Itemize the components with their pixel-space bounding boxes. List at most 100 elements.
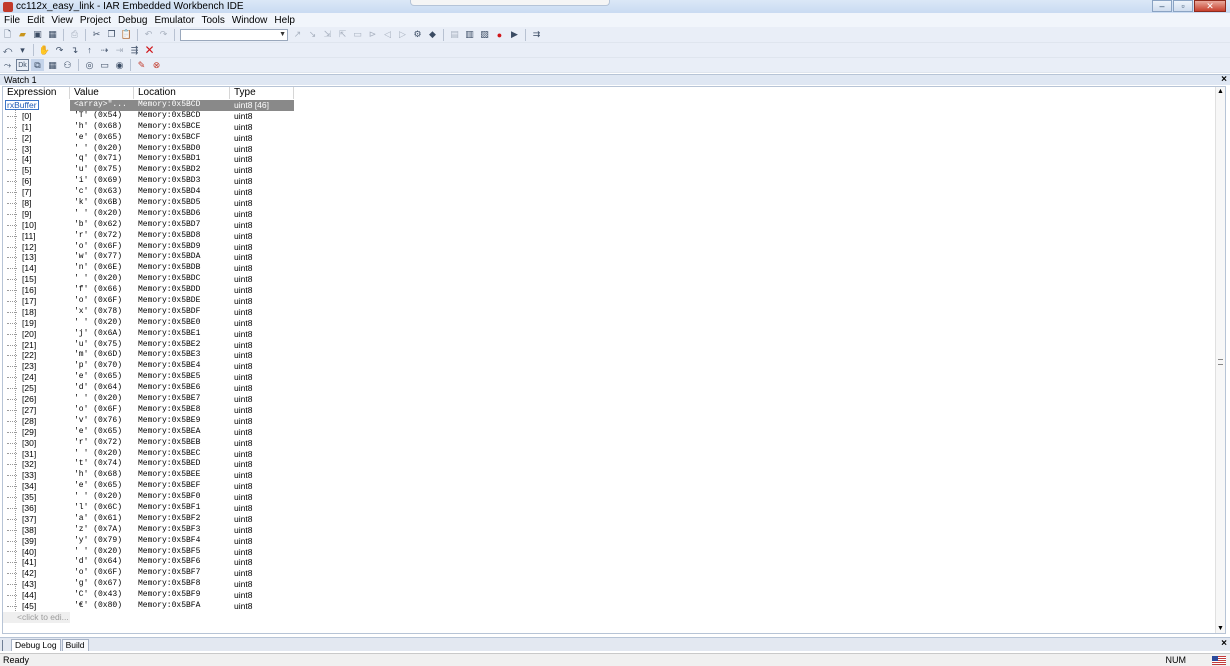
cut-icon[interactable]: ✂ xyxy=(90,29,103,41)
terminal-icon[interactable]: ▭ xyxy=(98,59,111,71)
menu-tools[interactable]: Tools xyxy=(197,15,227,26)
chevron-down-icon[interactable]: ▼ xyxy=(279,30,286,40)
scroll-down-icon[interactable]: ▼ xyxy=(1217,625,1224,632)
watch-row[interactable]: [13] 'w' (0x77) Memory:0x5BDA uint8 xyxy=(3,252,303,263)
nav-back-icon[interactable]: ◁ xyxy=(381,29,394,41)
stop-build-icon[interactable]: ▤ xyxy=(448,29,461,41)
close-icon[interactable]: × xyxy=(1221,638,1227,649)
watch-row[interactable]: [28] 'v' (0x76) Memory:0x5BE9 uint8 xyxy=(3,416,303,427)
watch-row[interactable]: [20] 'j' (0x6A) Memory:0x5BE1 uint8 xyxy=(3,329,303,340)
watch-row[interactable]: [18] 'x' (0x78) Memory:0x5BDF uint8 xyxy=(3,307,303,318)
watch-row[interactable]: [27] 'o' (0x6F) Memory:0x5BE8 uint8 xyxy=(3,405,303,416)
find-combo[interactable]: ▼ xyxy=(180,28,288,41)
save-icon[interactable]: ▣ xyxy=(31,29,44,41)
watch-row[interactable]: [16] 'f' (0x66) Memory:0x5BDD uint8 xyxy=(3,285,303,296)
watch-row[interactable]: [41] 'd' (0x64) Memory:0x5BF6 uint8 xyxy=(3,557,303,568)
undo-icon[interactable]: ↶ xyxy=(142,29,155,41)
watch-row[interactable]: [3] ' ' (0x20) Memory:0x5BD0 uint8 xyxy=(3,144,303,155)
watch-row[interactable]: [15] ' ' (0x20) Memory:0x5BDC uint8 xyxy=(3,274,303,285)
goto-icon[interactable]: ⇱ xyxy=(336,29,349,41)
watch-row[interactable]: [44] 'C' (0x43) Memory:0x5BF9 uint8 xyxy=(3,590,303,601)
watch-row[interactable]: [31] ' ' (0x20) Memory:0x5BEC uint8 xyxy=(3,449,303,460)
paste-icon[interactable]: 📋 xyxy=(120,29,133,41)
watch-row[interactable]: [1] 'h' (0x68) Memory:0x5BCE uint8 xyxy=(3,122,303,133)
menu-debug[interactable]: Debug xyxy=(114,15,150,26)
watch-row[interactable]: [0] 'T' (0x54) Memory:0x5BCD uint8 xyxy=(3,111,303,122)
close-icon[interactable]: × xyxy=(1221,74,1227,85)
find-prev-icon[interactable]: ↘ xyxy=(306,29,319,41)
break-icon[interactable]: ✋ xyxy=(38,44,51,56)
root-expression[interactable]: rxBuffer xyxy=(5,100,39,111)
breakpoints-icon[interactable]: ◎ xyxy=(83,59,96,71)
watch-row[interactable]: [7] 'c' (0x63) Memory:0x5BD4 uint8 xyxy=(3,187,303,198)
watch-row[interactable]: [2] 'e' (0x65) Memory:0x5BCF uint8 xyxy=(3,133,303,144)
watch-row[interactable]: [29] 'e' (0x65) Memory:0x5BEA uint8 xyxy=(3,427,303,438)
menu-help[interactable]: Help xyxy=(270,15,298,26)
watch-row[interactable]: [12] 'o' (0x6F) Memory:0x5BD9 uint8 xyxy=(3,242,303,253)
next-bookmark-icon[interactable]: ⊳ xyxy=(366,29,379,41)
watch-row[interactable]: [11] 'r' (0x72) Memory:0x5BD8 uint8 xyxy=(3,231,303,242)
reset-icon[interactable]: ⤺ xyxy=(1,44,14,56)
watch-row[interactable]: [32] 't' (0x74) Memory:0x5BED uint8 xyxy=(3,459,303,470)
watch-row[interactable]: [36] 'l' (0x6C) Memory:0x5BF1 uint8 xyxy=(3,503,303,514)
menu-file[interactable]: File xyxy=(0,15,23,26)
menu-view[interactable]: View xyxy=(47,15,76,26)
column-type[interactable]: Type xyxy=(230,87,294,99)
register-icon[interactable]: ▦ xyxy=(46,59,59,71)
profiler-icon[interactable]: ⊗ xyxy=(150,59,163,71)
watch-row[interactable]: [4] 'q' (0x71) Memory:0x5BD1 uint8 xyxy=(3,154,303,165)
column-value[interactable]: Value xyxy=(70,87,134,99)
watch-row[interactable]: [21] 'u' (0x75) Memory:0x5BE2 uint8 xyxy=(3,340,303,351)
vertical-scrollbar[interactable]: ▲ ▼ xyxy=(1215,87,1225,633)
watch-row[interactable]: [42] 'o' (0x6F) Memory:0x5BF7 uint8 xyxy=(3,568,303,579)
watch-row[interactable]: [23] 'p' (0x70) Memory:0x5BE4 uint8 xyxy=(3,361,303,372)
save-all-icon[interactable]: ▦ xyxy=(46,29,59,41)
column-location[interactable]: Location xyxy=(134,87,230,99)
add-expression-row[interactable]: <click to edi... xyxy=(3,611,70,623)
menu-project[interactable]: Project xyxy=(76,15,114,26)
watch-row[interactable]: [25] 'd' (0x64) Memory:0x5BE6 uint8 xyxy=(3,383,303,394)
scroll-up-icon[interactable]: ▲ xyxy=(1217,88,1224,95)
copy-icon[interactable]: ❐ xyxy=(105,29,118,41)
stop-debugging-icon[interactable]: ✕ xyxy=(143,43,156,57)
watch-row[interactable]: [17] 'o' (0x6F) Memory:0x5BDE uint8 xyxy=(3,296,303,307)
debug-without-download-icon[interactable]: ⇉ xyxy=(530,29,543,41)
tab-debug-log[interactable]: Debug Log xyxy=(11,639,61,651)
locals-icon[interactable]: ⚇ xyxy=(61,59,74,71)
watch-row[interactable]: [26] ' ' (0x20) Memory:0x5BE7 uint8 xyxy=(3,394,303,405)
watch-row[interactable]: [45] '€' (0x80) Memory:0x5BFA uint8 xyxy=(3,601,303,612)
watch-row[interactable]: [35] ' ' (0x20) Memory:0x5BF0 uint8 xyxy=(3,492,303,503)
record-icon[interactable]: ● xyxy=(493,29,506,41)
new-file-icon[interactable]: 🗋 xyxy=(1,29,14,41)
watch-row[interactable]: [39] 'y' (0x79) Memory:0x5BF4 uint8 xyxy=(3,536,303,547)
watch-row[interactable]: [30] 'r' (0x72) Memory:0x5BEB uint8 xyxy=(3,438,303,449)
print-icon[interactable]: ⎙ xyxy=(68,29,81,41)
watch-row[interactable]: [40] ' ' (0x20) Memory:0x5BF5 uint8 xyxy=(3,547,303,558)
minimize-button[interactable]: – xyxy=(1152,0,1172,12)
language-flag-icon[interactable] xyxy=(1212,656,1226,665)
redo-icon[interactable]: ↷ xyxy=(157,29,170,41)
menu-edit[interactable]: Edit xyxy=(23,15,47,26)
debug-download-icon[interactable]: ▨ xyxy=(478,29,491,41)
scroll-grip[interactable] xyxy=(1218,359,1223,365)
memory-icon[interactable]: Dk xyxy=(16,59,29,71)
menu-window[interactable]: Window xyxy=(228,15,271,26)
open-icon[interactable]: ▰ xyxy=(16,29,29,41)
watch-row[interactable]: [5] 'u' (0x75) Memory:0x5BD2 uint8 xyxy=(3,165,303,176)
make-icon[interactable]: ◆ xyxy=(426,29,439,41)
watch-icon[interactable]: ⧉ xyxy=(31,59,44,71)
dropdown-icon[interactable]: ▾ xyxy=(16,44,29,56)
watch-row[interactable]: [6] 'i' (0x69) Memory:0x5BD3 uint8 xyxy=(3,176,303,187)
watch-row[interactable]: [43] 'g' (0x67) Memory:0x5BF8 uint8 xyxy=(3,579,303,590)
go-icon[interactable]: ⇶ xyxy=(128,44,141,56)
watch-root-row[interactable]: rxBuffer <array>"... Memory:0x5BCD uint8… xyxy=(3,100,303,111)
watch-row[interactable]: [24] 'e' (0x65) Memory:0x5BE5 uint8 xyxy=(3,372,303,383)
watch-row[interactable]: [22] 'm' (0x6D) Memory:0x5BE3 uint8 xyxy=(3,350,303,361)
watch-row[interactable]: [34] 'e' (0x65) Memory:0x5BEF uint8 xyxy=(3,481,303,492)
replace-icon[interactable]: ⇲ xyxy=(321,29,334,41)
step-over-icon[interactable]: ↷ xyxy=(53,44,66,56)
watch-row[interactable]: [14] 'n' (0x6E) Memory:0x5BDB uint8 xyxy=(3,263,303,274)
step-into-icon[interactable]: ↴ xyxy=(68,44,81,56)
tab-build[interactable]: Build xyxy=(61,639,89,651)
add-expression-placeholder[interactable]: <click to edi... xyxy=(3,612,70,623)
